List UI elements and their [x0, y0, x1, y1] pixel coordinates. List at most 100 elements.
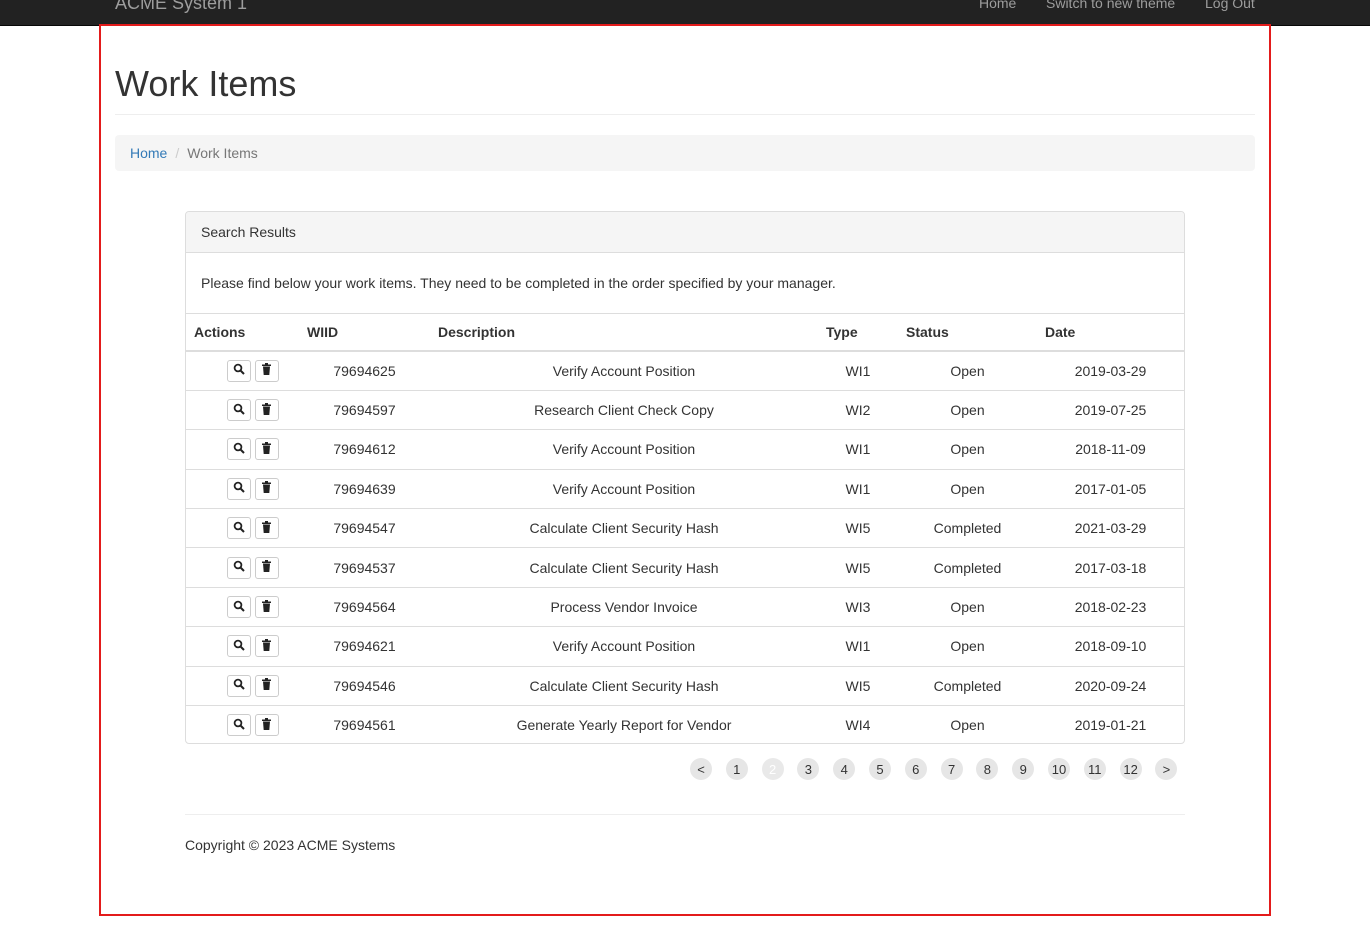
trash-icon — [261, 363, 272, 378]
cell-type: WI5 — [818, 547, 898, 588]
breadcrumb-home-link[interactable]: Home — [130, 145, 167, 161]
row-actions — [186, 626, 299, 667]
search-icon — [233, 521, 245, 536]
cell-wiid: 79694564 — [299, 586, 430, 627]
row-actions — [186, 389, 299, 430]
footer-copyright: Copyright © 2023 ACME Systems — [185, 837, 396, 853]
view-button[interactable] — [226, 674, 251, 697]
page-button[interactable]: 7 — [940, 758, 963, 780]
cell-type: WI4 — [818, 705, 898, 743]
page-button[interactable]: 2 — [761, 758, 784, 780]
nav-link-switch-theme[interactable]: Switch to new theme — [1046, 0, 1175, 13]
table-row: 79694547 Calculate Client Security Hash WI… — [186, 508, 1184, 548]
delete-button[interactable] — [254, 635, 279, 658]
page-button[interactable]: 10 — [1048, 758, 1070, 780]
view-button[interactable] — [226, 517, 251, 540]
navbar-brand[interactable]: ACME System 1 — [115, 0, 247, 15]
delete-button[interactable] — [254, 477, 279, 500]
cell-wiid: 79694537 — [299, 547, 430, 588]
cell-wiid: 79694639 — [299, 468, 430, 509]
view-button[interactable] — [226, 438, 251, 461]
delete-button[interactable] — [254, 399, 279, 422]
search-icon — [233, 718, 245, 733]
trash-icon — [261, 717, 272, 733]
page-button[interactable]: 4 — [833, 758, 856, 780]
panel-description: Please find below your work items. They … — [186, 253, 1184, 314]
panel-heading: Search Results — [186, 212, 1184, 253]
search-icon — [233, 363, 245, 378]
work-items-table: Actions WIID Description Type Status Dat… — [186, 314, 1184, 743]
cell-description: Generate Yearly Report for Vendor — [430, 705, 818, 743]
cell-wiid: 79694621 — [299, 626, 430, 667]
cell-date: 2019-03-29 — [1037, 350, 1184, 391]
cell-type: WI1 — [818, 468, 898, 509]
breadcrumb: Home / Work Items — [115, 135, 1255, 171]
breadcrumb-current: Work Items — [187, 145, 258, 161]
page-button[interactable]: 8 — [976, 758, 999, 780]
view-button[interactable] — [226, 399, 251, 422]
page-button[interactable]: 12 — [1119, 758, 1142, 780]
cell-status: Open — [898, 429, 1037, 470]
pagination: <1 2 3 4 5 6 7 8 9 10 11 12 > — [0, 758, 1370, 780]
cell-description: Calculate Client Security Hash — [430, 508, 818, 548]
table-row: 79694625 Verify Account Position WI1 Open 20… — [186, 350, 1184, 391]
table-row: 79694621 Verify Account Position WI1 Open 20… — [186, 626, 1184, 667]
cell-status: Open — [898, 468, 1037, 509]
cell-description: Verify Account Position — [430, 350, 818, 391]
cell-type: WI1 — [818, 350, 898, 391]
delete-button[interactable] — [254, 359, 279, 382]
delete-button[interactable] — [254, 517, 279, 540]
table-row: 79694597 Research Client Check Copy WI2 Ope… — [186, 389, 1184, 430]
page-button[interactable]: 1 — [725, 758, 748, 780]
cell-type: WI1 — [818, 626, 898, 667]
delete-button[interactable] — [254, 438, 279, 461]
row-actions — [186, 468, 299, 509]
view-button[interactable] — [226, 556, 251, 579]
cell-status: Completed — [898, 547, 1037, 588]
row-actions — [186, 547, 299, 588]
page-button[interactable]: 5 — [869, 758, 891, 780]
page-prev-button[interactable]: < — [690, 758, 712, 780]
delete-button[interactable] — [254, 596, 279, 619]
view-button[interactable] — [226, 359, 251, 382]
trash-icon — [261, 441, 272, 457]
delete-button[interactable] — [254, 556, 279, 579]
table-row: 79694564 Process Vendor Invoice WI3 Open 201… — [186, 586, 1184, 627]
breadcrumb-separator: / — [175, 145, 180, 161]
cell-type: WI5 — [818, 508, 898, 548]
cell-description: Process Vendor Invoice — [430, 586, 818, 627]
search-icon — [233, 639, 245, 654]
cell-date: 2021-03-29 — [1037, 508, 1184, 548]
row-actions — [186, 350, 299, 391]
page-button[interactable]: 9 — [1012, 758, 1035, 780]
cell-status: Open — [898, 389, 1037, 430]
page-next-button[interactable]: > — [1155, 758, 1178, 780]
cell-wiid: 79694546 — [299, 665, 430, 706]
page-button[interactable]: 3 — [797, 758, 820, 780]
view-button[interactable] — [226, 714, 251, 737]
cell-description: Verify Account Position — [430, 429, 818, 470]
view-button[interactable] — [226, 477, 251, 500]
view-button[interactable] — [226, 635, 251, 658]
delete-button[interactable] — [254, 714, 279, 737]
delete-button[interactable] — [254, 674, 279, 697]
search-icon — [233, 678, 245, 693]
cell-description: Verify Account Position — [430, 468, 818, 509]
trash-icon — [261, 560, 272, 575]
row-actions — [186, 429, 299, 470]
page-button[interactable]: 6 — [904, 758, 927, 780]
nav-link-log-out[interactable]: Log Out — [1205, 0, 1255, 13]
cell-status: Completed — [898, 508, 1037, 548]
cell-date: 2019-07-25 — [1037, 389, 1184, 430]
cell-status: Open — [898, 350, 1037, 391]
page-button[interactable]: 11 — [1083, 758, 1106, 780]
search-results-panel: Search Results Please find below your wo… — [185, 211, 1185, 744]
column-header-type: Type — [818, 314, 898, 352]
cell-status: Open — [898, 626, 1037, 667]
footer-divider — [185, 814, 1185, 815]
title-divider — [115, 114, 1255, 115]
trash-icon — [261, 481, 272, 496]
view-button[interactable] — [226, 596, 251, 619]
cell-description: Calculate Client Security Hash — [430, 665, 818, 706]
nav-link-home[interactable]: Home — [979, 0, 1016, 13]
